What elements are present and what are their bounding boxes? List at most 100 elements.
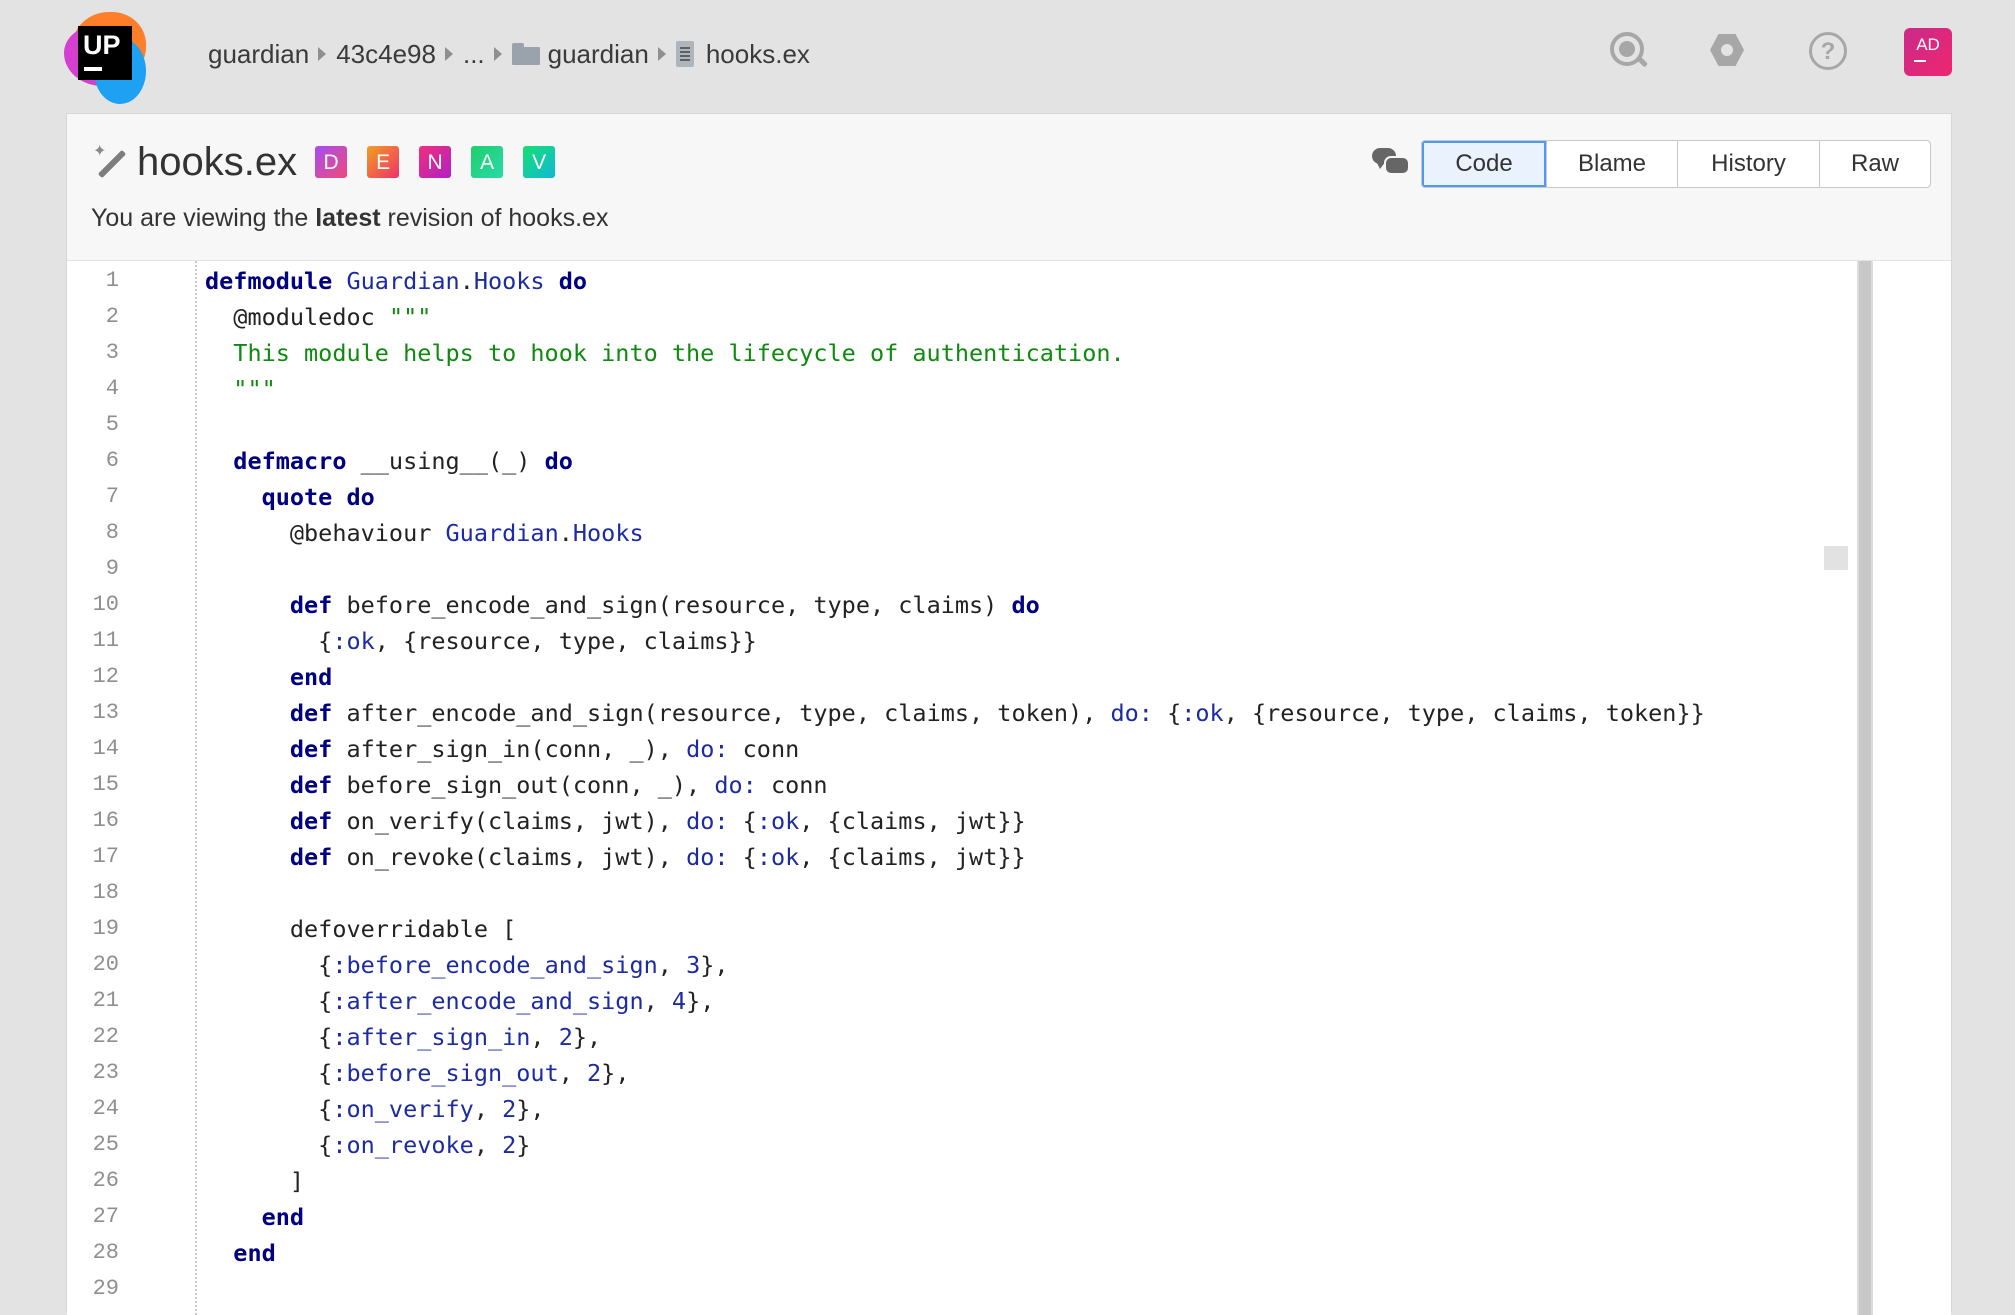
breadcrumb-separator-icon [318,47,327,61]
tab-blame[interactable]: Blame [1546,141,1677,187]
search-icon-lens [1619,41,1635,57]
badge-d[interactable]: D [315,146,348,178]
breadcrumb-project[interactable]: guardian [208,39,309,70]
code-line: 20 {:before_encode_and_sign, 3}, [67,947,1857,983]
line-number[interactable]: 9 [67,551,119,587]
file-panel: ✦ hooks.ex D E N A V You are viewing the… [66,113,1952,1315]
code-lines: 1 defmodule Guardian.Hooks do 2 @moduledoc… [67,261,1857,1315]
line-number[interactable]: 6 [67,443,119,479]
logo-bar [84,67,102,71]
code-text: defmodule Guardian.Hooks do [205,267,588,295]
code-line: 26 ] [67,1163,1857,1199]
line-number[interactable]: 25 [67,1127,119,1163]
line-number[interactable]: 14 [67,731,119,767]
line-number[interactable]: 20 [67,947,119,983]
logo-text: UP [83,30,121,60]
revision-notice-suffix: revision of hooks.ex [380,204,609,232]
code-line: 8 @behaviour Guardian.Hooks [67,515,1857,551]
scrollbar-thumb[interactable] [1859,261,1871,1315]
line-number[interactable]: 24 [67,1091,119,1127]
breadcrumb-revision[interactable]: 43c4e98 [336,39,436,70]
code-text: {:ok, {resource, type, claims}} [205,627,757,655]
badge-v[interactable]: V [523,146,556,178]
line-number[interactable]: 12 [67,659,119,695]
code-line: 2 @moduledoc """ [67,299,1857,335]
revision-notice: You are viewing the latest revision of h… [91,204,608,233]
code-line: 19 defoverridable [ [67,911,1857,947]
code-line: 1 defmodule Guardian.Hooks do [67,263,1857,299]
line-number[interactable]: 27 [67,1199,119,1235]
code-text: {:before_encode_and_sign, 3}, [205,951,729,979]
code-text: def on_revoke(claims, jwt), do: {:ok, {c… [289,843,1026,871]
code-line: 7 quote do [67,479,1857,515]
line-number[interactable]: 16 [67,803,119,839]
line-number[interactable]: 3 [67,335,119,371]
file-header: ✦ hooks.ex D E N A V [91,138,575,186]
line-number[interactable]: 8 [67,515,119,551]
line-number[interactable]: 18 [67,875,119,911]
tab-code[interactable]: Code [1422,141,1546,187]
line-number[interactable]: 19 [67,911,119,947]
code-line: 12 end [67,659,1857,695]
breadcrumb-separator-icon [444,47,453,61]
code-line: 3 This module helps to hook into the lif… [67,335,1857,371]
badge-n[interactable]: N [419,146,452,178]
code-text: defmacro __using__(_) do [233,447,573,475]
search-icon[interactable] [1610,32,1649,68]
code-text: @behaviour Guardian.Hooks [205,519,644,547]
code-text: end [261,1203,305,1231]
view-tabs: Code Blame History Raw [1421,140,1931,188]
code-text: def before_encode_and_sign(resource, typ… [289,591,1040,619]
line-number[interactable]: 28 [67,1235,119,1271]
code-text: {:after_encode_and_sign, 4}, [205,987,715,1015]
line-number[interactable]: 23 [67,1055,119,1091]
code-line: 18 [67,875,1857,911]
logo-box: UP [78,26,132,80]
tab-raw[interactable]: Raw [1819,141,1930,187]
breadcrumb-folder[interactable]: guardian [548,39,649,70]
line-number[interactable]: 5 [67,407,119,443]
line-number[interactable]: 7 [67,479,119,515]
badge-a[interactable]: A [471,146,504,178]
breadcrumb-file[interactable]: hooks.ex [706,39,810,70]
avatar-initials: AD [1916,35,1940,54]
line-number[interactable]: 1 [67,263,119,299]
breadcrumb-ellipsis[interactable]: ... [463,39,485,70]
upsource-logo[interactable]: UP [64,12,146,104]
code-text: ] [205,1167,305,1195]
line-number[interactable]: 4 [67,371,119,407]
code-text: {:before_sign_out, 2}, [205,1059,630,1087]
line-number[interactable]: 17 [67,839,119,875]
code-line: 28 end [67,1235,1857,1271]
code-text: end [289,663,333,691]
code-text: This module helps to hook into the lifec… [205,339,1125,367]
code-line: 11 {:ok, {resource, type, claims}} [67,623,1857,659]
line-number[interactable]: 26 [67,1163,119,1199]
avatar[interactable]: AD [1904,28,1952,76]
code-viewer[interactable]: 1 defmodule Guardian.Hooks do 2 @moduledoc… [67,260,1951,1315]
code-line: 24 {:on_verify, 2}, [67,1091,1857,1127]
code-text: end [233,1239,276,1267]
line-number[interactable]: 22 [67,1019,119,1055]
comment-bubble [1384,156,1410,175]
code-line: 5 [67,407,1857,443]
badge-e[interactable]: E [367,146,400,178]
search-icon-handle [1635,55,1649,68]
line-number[interactable]: 11 [67,623,119,659]
code-text: {:after_sign_in, 2}, [205,1023,602,1051]
file-icon [675,41,694,67]
code-line: 29 [67,1271,1857,1307]
hexagon-settings-icon[interactable] [1710,32,1746,68]
line-number[interactable]: 10 [67,587,119,623]
code-line: 27 end [67,1199,1857,1235]
help-icon[interactable]: ? [1809,32,1847,70]
line-number[interactable]: 29 [67,1271,119,1307]
code-text: """ [205,375,276,403]
tab-history[interactable]: History [1677,141,1819,187]
line-number[interactable]: 13 [67,695,119,731]
comments-icon[interactable] [1372,148,1410,176]
line-number[interactable]: 15 [67,767,119,803]
magic-wand-icon: ✦ [91,144,127,180]
line-number[interactable]: 2 [67,299,119,335]
line-number[interactable]: 21 [67,983,119,1019]
